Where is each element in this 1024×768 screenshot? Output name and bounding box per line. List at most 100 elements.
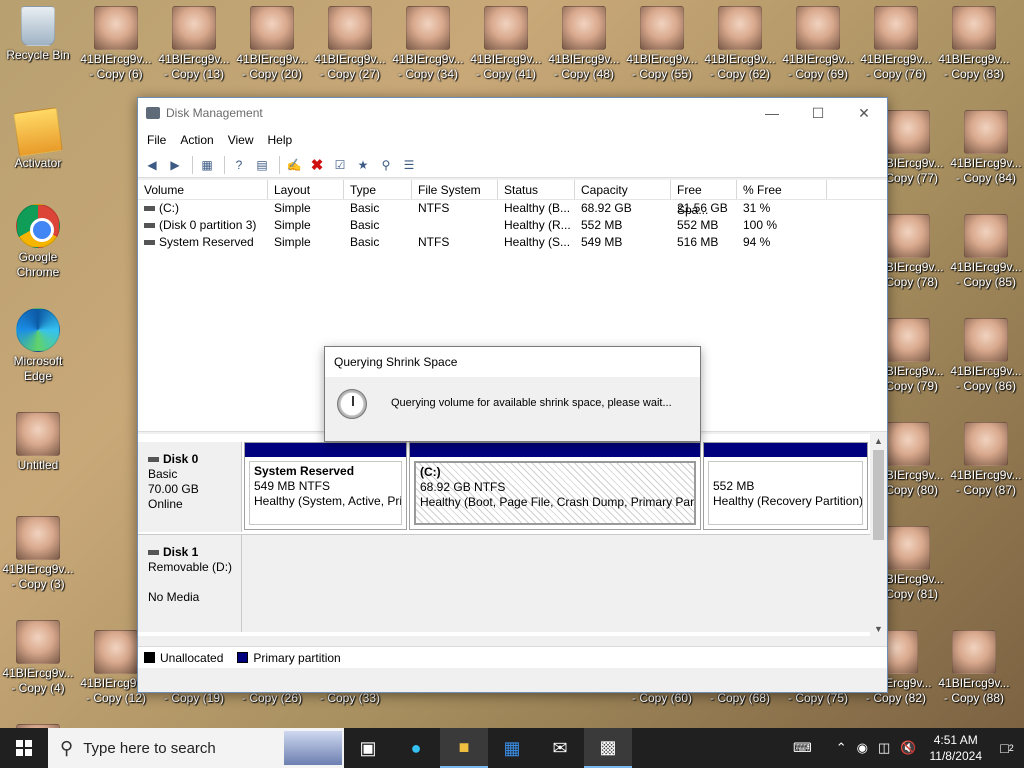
notifications-icon[interactable]: □ 2 — [990, 728, 1024, 768]
mail-icon[interactable]: ✉ — [536, 728, 584, 768]
taskbar-clock[interactable]: 4:51 AM 11/8/2024 — [922, 732, 991, 764]
column-file-system[interactable]: File System — [412, 180, 498, 199]
desktop-icon-file[interactable]: 41BIErcg9v... - Copy (62) — [702, 0, 778, 82]
desktop-icon-file[interactable]: 41BIErcg9v... - Copy (13) — [156, 0, 232, 82]
column-capacity[interactable]: Capacity — [575, 180, 671, 199]
desktop-icon-label: 41BIErcg9v... - Copy (76) — [860, 52, 932, 81]
desktop-icon-41biercg9v-copy-3-[interactable]: 41BIErcg9v... - Copy (3) — [0, 510, 76, 592]
desktop-icon-activator[interactable]: Activator — [0, 104, 76, 171]
desktop-icon-file[interactable]: 41BIErcg9v... - Copy (27) — [312, 0, 388, 82]
partition-recovery[interactable]: 552 MB Healthy (Recovery Partition) — [703, 442, 868, 530]
open-folder-icon[interactable]: ★ — [353, 155, 373, 175]
desktop-icon-recycle-bin[interactable]: Recycle Bin — [0, 0, 76, 63]
network-icon[interactable]: ◫ — [873, 740, 895, 756]
scroll-down-icon[interactable]: ▼ — [870, 624, 887, 634]
help-icon[interactable]: ? — [229, 155, 249, 175]
properties-icon[interactable]: ▤ — [252, 155, 272, 175]
cell-text: NTFS — [418, 201, 450, 215]
desktop-icon-microsoft-edge[interactable]: Microsoft Edge — [0, 302, 76, 384]
menu-action[interactable]: Action — [173, 133, 220, 147]
partition-name: System Reserved — [254, 464, 355, 478]
keyboard-icon[interactable]: ⌨ — [788, 740, 817, 756]
column-percent-free[interactable]: % Free — [737, 180, 827, 199]
start-button[interactable] — [0, 728, 48, 768]
table-cell: (C:) — [138, 200, 268, 217]
connect-icon[interactable]: ✍ — [284, 155, 304, 175]
disk-management-taskbar-icon[interactable]: ▩ — [584, 728, 632, 768]
system-tray: ⌨ ⌃ ◉ ◫ 🔇 4:51 AM 11/8/2024 □ 2 — [788, 728, 1024, 768]
desktop-icon-file[interactable]: 41BIErcg9v... - Copy (85) — [948, 208, 1024, 290]
desktop-icon-file[interactable]: 41BIErcg9v... - Copy (48) — [546, 0, 622, 82]
time: 4:51 AM — [933, 733, 978, 747]
column-volume[interactable]: Volume — [138, 180, 268, 199]
scrollbar-thumb[interactable] — [873, 450, 884, 540]
table-row[interactable]: System Reserved Simple Basic NTFS Healthy (S… — [138, 234, 887, 251]
desktop-icon-file[interactable]: 41BIErcg9v... - Copy (87) — [948, 416, 1024, 498]
partition-c-drive[interactable]: (C:) 68.92 GB NTFS Healthy (Boot, Page F… — [409, 442, 701, 530]
primary-partition-bar — [410, 443, 700, 457]
cell-text: System Reserved — [159, 235, 254, 249]
desktop-icon-file[interactable]: 41BIErcg9v... - Copy (20) — [234, 0, 310, 82]
edge-taskbar-icon[interactable]: ● — [392, 728, 440, 768]
desktop-icon-file[interactable]: 41BIErcg9v... - Copy (88) — [936, 624, 1012, 706]
column-status[interactable]: Status — [498, 180, 575, 199]
menu-view[interactable]: View — [221, 133, 261, 147]
column-layout[interactable]: Layout — [268, 180, 344, 199]
menu-file[interactable]: File — [140, 133, 173, 147]
disk-1-label[interactable]: Disk 1 Removable (D:) No Media — [138, 535, 242, 632]
disk-0-state: Online — [148, 497, 183, 511]
toolbar-separator — [192, 155, 193, 174]
show-hidden-icons-chevron-icon[interactable]: ⌃ — [831, 740, 852, 756]
menu-help[interactable]: Help — [261, 133, 300, 147]
image-file-icon — [94, 630, 138, 674]
cell-text: 100 % — [743, 218, 778, 232]
desktop-icon-file[interactable]: 41BIErcg9v... - Copy (6) — [78, 0, 154, 82]
search-icon: ⚲ — [60, 737, 74, 758]
image-file-icon — [484, 6, 528, 50]
vertical-scrollbar[interactable]: ▲ ▼ — [870, 434, 887, 636]
maximize-button[interactable]: ☐ — [795, 98, 841, 128]
desktop-icon-file[interactable]: 41BIErcg9v... - Copy (83) — [936, 0, 1012, 82]
disk-1-partitions — [242, 535, 870, 632]
file-explorer-icon[interactable]: ■ — [440, 728, 488, 768]
desktop-icon-untitled[interactable]: Untitled — [0, 406, 76, 473]
task-view-icon[interactable]: ▣ — [344, 728, 392, 768]
desktop-icon-file[interactable]: 41BIErcg9v... - Copy (34) — [390, 0, 466, 82]
forward-icon[interactable]: ▶ — [165, 155, 185, 175]
table-row[interactable]: (C:) Simple Basic NTFS Healthy (B... 68.92 GB… — [138, 200, 887, 217]
search-box[interactable]: ⚲ Type here to search — [48, 728, 344, 768]
primary-partition-bar — [245, 443, 406, 457]
store-icon[interactable]: ▦ — [488, 728, 536, 768]
check-icon[interactable]: ☑ — [330, 155, 350, 175]
show-hide-console-icon[interactable]: ▦ — [197, 155, 217, 175]
desktop-icon-file[interactable]: 41BIErcg9v... - Copy (41) — [468, 0, 544, 82]
delete-icon[interactable]: ✖ — [307, 155, 327, 175]
desktop-icon-file[interactable]: 41BIErcg9v... - Copy (84) — [948, 104, 1024, 186]
scroll-up-icon[interactable]: ▲ — [870, 436, 887, 446]
desktop-icon-file[interactable]: 41BIErcg9v... - Copy (86) — [948, 312, 1024, 394]
back-icon[interactable]: ◀ — [142, 155, 162, 175]
desktop-icon-label: 41BIErcg9v... - Copy (55) — [626, 52, 698, 81]
desktop-icon-file[interactable]: 41BIErcg9v... - Copy (55) — [624, 0, 700, 82]
list-view-icon[interactable]: ☰ — [399, 155, 419, 175]
desktop-icon-google-chrome[interactable]: Google Chrome — [0, 198, 76, 280]
close-button[interactable]: ✕ — [841, 98, 887, 128]
minimize-button[interactable]: — — [749, 98, 795, 128]
volume-muted-icon[interactable]: 🔇 — [895, 740, 921, 756]
dialog-title[interactable]: Querying Shrink Space — [325, 347, 700, 377]
partition-name: (C:) — [420, 465, 441, 479]
desktop-icon-41biercg9v-copy-4-[interactable]: 41BIErcg9v... - Copy (4) — [0, 614, 76, 696]
disk-0-label[interactable]: Disk 0 Basic 70.00 GB Online — [138, 442, 242, 532]
column-free-space[interactable]: Free Spa... — [671, 180, 737, 217]
desktop-icon-file[interactable]: 41BIErcg9v... - Copy (76) — [858, 0, 934, 82]
partition-system-reserved[interactable]: System Reserved 549 MB NTFS Healthy (Sys… — [244, 442, 407, 530]
desktop-icon-label: 41BIErcg9v... - Copy (4) — [2, 666, 74, 695]
title-bar[interactable]: Disk Management — ☐ ✕ — [138, 98, 887, 128]
table-row[interactable]: (Disk 0 partition 3) Simple Basic Healthy (… — [138, 217, 887, 234]
meet-now-icon[interactable]: ◉ — [852, 740, 873, 756]
cell-text: 552 MB — [677, 218, 719, 232]
column-type[interactable]: Type — [344, 180, 412, 199]
table-cell: 100 % — [737, 217, 827, 234]
search-folder-icon[interactable]: ⚲ — [376, 155, 396, 175]
desktop-icon-file[interactable]: 41BIErcg9v... - Copy (69) — [780, 0, 856, 82]
